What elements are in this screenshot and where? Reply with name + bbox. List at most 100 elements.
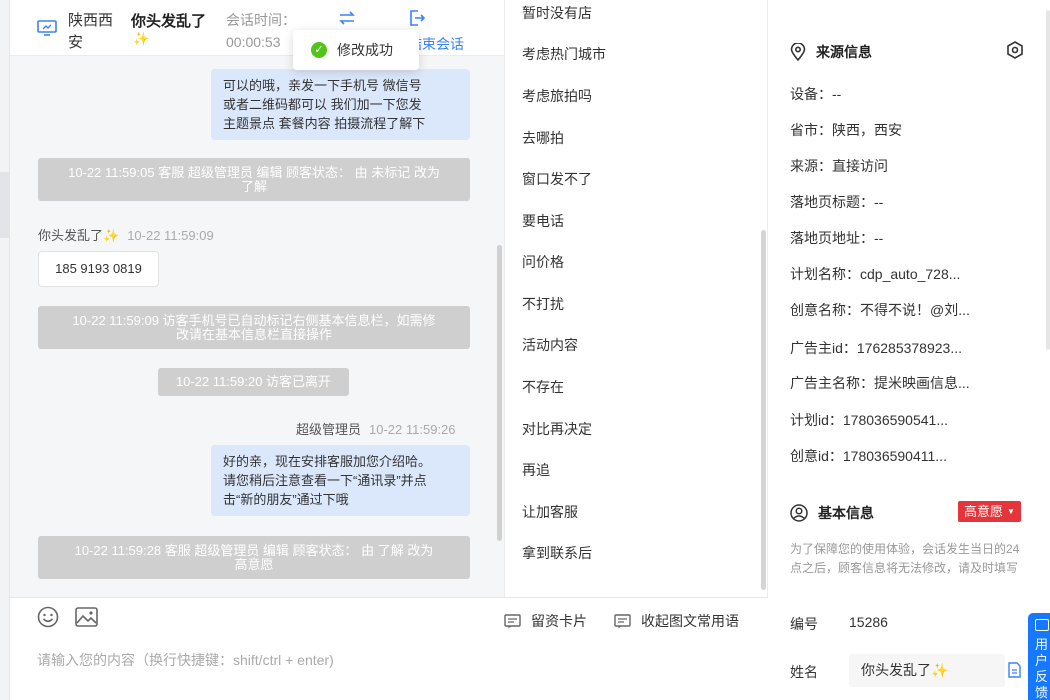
source-info-title: 来源信息 — [816, 44, 872, 60]
feedback-char: 户 — [1035, 653, 1049, 668]
chat-scrollbar[interactable] — [497, 245, 502, 541]
name-field[interactable]: 你头发乱了✨ — [849, 654, 1005, 687]
system-line: 10-22 11:59:28 客服 超级管理员 编辑 顾客状态： 由 了解 改为 — [74, 542, 434, 558]
quick-reply-item[interactable]: 活动内容 — [522, 335, 578, 355]
session-time-value: 00:00:53 — [226, 34, 281, 50]
session-time-label: 会话时间： — [226, 12, 296, 28]
source-row-plan-id: 计划id：178036590541... — [790, 412, 948, 428]
quick-reply-item[interactable]: 考虑热门城市 — [522, 44, 606, 64]
user-circle-icon — [790, 504, 808, 522]
system-line: 10-22 11:59:05 客服 超级管理员 编辑 顾客状态： 由 未标记 改… — [68, 164, 440, 180]
agent-message-meta: 超级管理员 10-22 11:59:26 — [296, 419, 456, 438]
visitor-phone-bubble: 185 9193 0819 — [38, 251, 159, 287]
info-panel: 来源信息 设备：-- 省市：陕西，西安 来源：直接访问 落地页标题：-- 落地页… — [768, 0, 1050, 700]
quick-reply-item[interactable]: 再追 — [522, 460, 550, 480]
system-message: 10-22 11:59:28 客服 超级管理员 编辑 顾客状态： 由 了解 改为… — [38, 536, 470, 579]
system-line: 了解 — [240, 178, 267, 194]
image-icon[interactable] — [75, 607, 98, 627]
quick-reply-item[interactable]: 不存在 — [522, 377, 564, 397]
quick-replies-scrollbar[interactable] — [761, 230, 766, 590]
quick-reply-item[interactable]: 问价格 — [522, 252, 564, 272]
visitor-message-meta: 你头发乱了✨ 10-22 11:59:09 — [38, 225, 214, 244]
visitor-message-name: 你头发乱了✨ — [38, 228, 120, 243]
quick-replies-panel: 暂时没有店 考虑热门城市 考虑旅拍吗 去哪拍 窗口发不了 要电话 问价格 不打扰… — [504, 0, 768, 597]
message-input[interactable]: 请输入您的内容（换行快捷键：shift/ctrl + enter) — [37, 650, 334, 670]
edge-collapse-handle[interactable] — [0, 172, 10, 238]
source-row-device: 设备：-- — [790, 86, 842, 102]
feedback-char: 馈 — [1035, 685, 1049, 700]
quick-reply-item[interactable]: 去哪拍 — [522, 128, 564, 148]
edit-deadline-notice: 为了保障您的使用体验，会话发生当日的24点之后，顾客信息将无法修改，请及时填写 — [790, 542, 1020, 575]
source-row-advertiser-id: 广告主id：176285378923... — [790, 340, 962, 356]
quick-reply-item[interactable]: 让加客服 — [522, 502, 578, 522]
message-line: 可以的哦，亲发一下手机号 微信号 — [223, 78, 422, 93]
source-row-landing-title: 落地页标题：-- — [790, 194, 884, 210]
collapse-phrases-label: 收起图文常用语 — [641, 613, 739, 629]
source-row-creative-name: 创意名称：不得不说！@刘... — [790, 302, 970, 318]
success-toast: ✓ 修改成功 — [293, 30, 419, 70]
settings-hex-icon[interactable] — [1005, 40, 1025, 60]
quick-reply-item[interactable]: 对比再决定 — [522, 419, 592, 439]
system-message: 10-22 11:59:09 访客手机号已自动标记右侧基本信息栏，如需修 改请在基… — [38, 306, 470, 349]
copy-icon[interactable] — [1007, 662, 1022, 678]
source-row-region: 省市：陕西，西安 — [790, 122, 902, 138]
chat-header: 陕西西 安 你头发乱了 ✨ 会话时间： 00:00:53 结束会话 — [10, 0, 504, 56]
chat-panel: 陕西西 安 你头发乱了 ✨ 会话时间： 00:00:53 结束会话 ✓ 修改成功… — [10, 0, 504, 597]
quick-reply-item[interactable]: 拿到联系后 — [522, 543, 592, 563]
lead-card-button[interactable]: 留资卡片 — [504, 611, 587, 631]
agent-name: 超级管理员 — [296, 422, 362, 437]
source-row-landing-url: 落地页地址：-- — [790, 230, 884, 246]
sparkle-emoji: ✨ — [133, 31, 150, 46]
message-line: 主题景点 套餐内容 拍摄流程了解下 — [223, 116, 426, 131]
source-row-advertiser-name: 广告主名称：提米映画信息... — [790, 375, 970, 391]
agent-message-bubble: 可以的哦，亲发一下手机号 微信号 或者二维码都可以 我们加一下您发 主题景点 套… — [211, 69, 470, 140]
location-line-1: 陕西西 — [68, 12, 114, 29]
user-feedback-tab[interactable]: 用 户 反 馈 — [1028, 613, 1050, 700]
name-label: 姓名 — [790, 664, 818, 680]
source-row-creative-id: 创意id：178036590411... — [790, 448, 947, 464]
feedback-char: 用 — [1035, 637, 1049, 652]
system-line: 10-22 11:59:09 访客手机号已自动标记右侧基本信息栏，如需修 — [72, 312, 436, 328]
system-line: 高意愿 — [234, 556, 274, 572]
quick-reply-item[interactable]: 不打扰 — [522, 294, 564, 314]
source-info-header: 来源信息 — [790, 42, 872, 62]
collapse-phrases-button[interactable]: 收起图文常用语 — [614, 611, 739, 631]
visitor-location: 陕西西 安 — [68, 10, 128, 54]
monitor-icon — [37, 20, 57, 36]
location-pin-icon — [790, 43, 806, 61]
quick-reply-item[interactable]: 要电话 — [522, 211, 564, 231]
lead-card-label: 留资卡片 — [531, 613, 587, 629]
check-icon: ✓ — [311, 42, 327, 58]
message-line: 或者二维码都可以 我们加一下您发 — [223, 97, 422, 112]
info-scrollbar[interactable] — [1046, 10, 1050, 350]
location-line-2: 安 — [68, 34, 84, 51]
source-row-source: 来源：直接访问 — [790, 158, 888, 174]
phrases-icon — [614, 613, 631, 628]
agent-message-time: 10-22 11:59:26 — [369, 422, 456, 437]
source-row-plan-name: 计划名称：cdp_auto_728... — [790, 266, 961, 282]
visitor-name: 你头发乱了 — [131, 13, 207, 30]
transfer-icon[interactable] — [338, 10, 356, 26]
quick-reply-item[interactable]: 考虑旅拍吗 — [522, 86, 592, 106]
message-input-area: 留资卡片 收起图文常用语 请输入您的内容（换行快捷键：shift/ctrl + … — [10, 597, 768, 700]
id-value: 15286 — [849, 614, 888, 630]
feedback-icon — [1035, 619, 1049, 631]
message-line: 好的亲，现在安排客服加您介绍哈。 — [223, 454, 432, 469]
quick-reply-item[interactable]: 暂时没有店 — [522, 3, 592, 23]
caret-down-icon: ▼ — [1007, 507, 1015, 516]
system-line: 改请在基本信息栏直接操作 — [175, 326, 332, 342]
emoji-icon[interactable] — [37, 606, 59, 628]
exit-icon[interactable] — [408, 9, 426, 27]
visitor-message-time: 10-22 11:59:09 — [127, 228, 214, 243]
id-label: 编号 — [790, 616, 818, 632]
intent-level-dropdown[interactable]: 高意愿 ▼ — [958, 501, 1021, 522]
basic-info-header: 基本信息 — [790, 503, 874, 523]
quick-reply-item[interactable]: 窗口发不了 — [522, 169, 592, 189]
system-message: 10-22 11:59:05 客服 超级管理员 编辑 顾客状态： 由 未标记 改… — [38, 158, 470, 201]
feedback-char: 反 — [1035, 669, 1049, 684]
message-line: 击“新的朋友”通过下哦 — [223, 492, 349, 507]
system-message: 10-22 11:59:20 访客已离开 — [158, 368, 349, 396]
intent-level-label: 高意愿 — [964, 504, 1004, 519]
message-line: 请您稍后注意查看一下“通讯录”并点 — [223, 473, 427, 488]
agent-message-bubble: 好的亲，现在安排客服加您介绍哈。 请您稍后注意查看一下“通讯录”并点 击“新的朋… — [211, 445, 470, 516]
